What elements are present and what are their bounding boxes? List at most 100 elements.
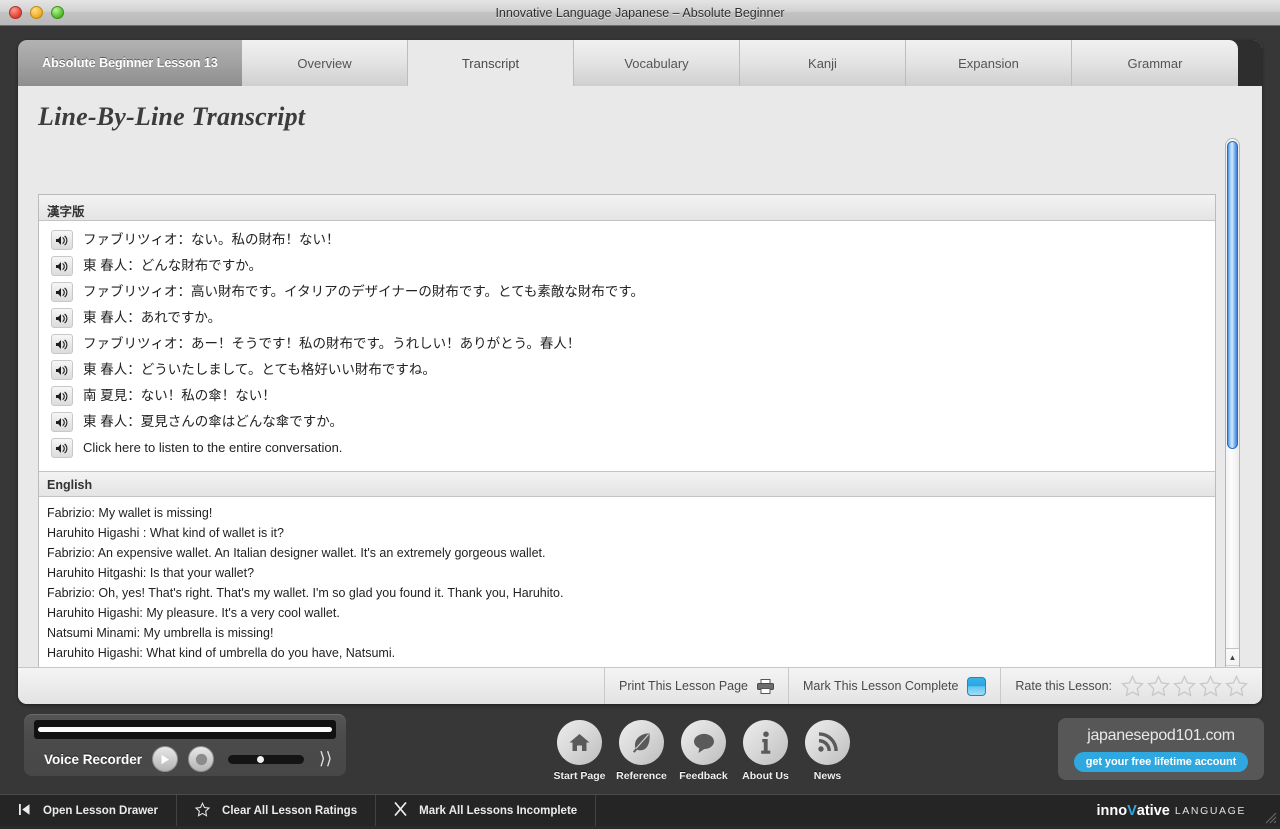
tab-absolute-beginner-lesson-13[interactable]: Absolute Beginner Lesson 13 <box>18 40 242 86</box>
english-line: Fabrizio: An expensive wallet. An Italia… <box>47 543 1215 563</box>
transcript-line[interactable]: 南 夏見：ない！私の傘！ない！ <box>39 383 1215 409</box>
mark-complete-label: Mark This Lesson Complete <box>803 679 958 693</box>
english-line: Fabrizio: Oh, yes! That's right. That's … <box>47 583 1215 603</box>
transcript-line-full-conversation[interactable]: Click here to listen to the entire conve… <box>39 435 1215 461</box>
speaker-icon[interactable] <box>51 412 73 432</box>
transcript-line[interactable]: 東 春人：あれですか。 <box>39 305 1215 331</box>
tab-label: Absolute Beginner Lesson 13 <box>42 56 218 70</box>
kanji-line-list: ファブリツィオ：ない。私の財布！ない！ 東 春人：どんな財布ですか。 ファブリツ… <box>39 221 1215 471</box>
print-label: Print This Lesson Page <box>619 679 748 693</box>
transcript-box: 漢字版 ファブリツィオ：ない。私の財布！ない！ 東 春人：どんな財布ですか。 <box>38 194 1216 681</box>
page-title: Line-By-Line Transcript <box>18 86 1262 132</box>
english-line-list: Fabrizio: My wallet is missing! Haruhito… <box>39 497 1215 671</box>
section-heading-kanji: 漢字版 <box>39 195 1215 221</box>
play-button[interactable] <box>152 746 178 772</box>
tab-label: Kanji <box>808 56 837 71</box>
tab-label: Grammar <box>1128 56 1183 71</box>
window-titlebar: Innovative Language Japanese – Absolute … <box>0 0 1280 26</box>
speech-bubble-icon <box>681 720 726 765</box>
rating-star-2[interactable] <box>1147 675 1170 697</box>
rating-star-1[interactable] <box>1121 675 1144 697</box>
transcript-scrollbar[interactable]: ▲ ▼ <box>1225 138 1240 681</box>
speaker-icon[interactable] <box>51 334 73 354</box>
transcript-line-text: ファブリツィオ：ない。私の財布！ない！ <box>83 231 340 249</box>
english-line: Natsumi Minami: My umbrella is missing! <box>47 623 1215 643</box>
transcript-line[interactable]: 東 春人：どういたしまして。とても格好いい財布ですね。 <box>39 357 1215 383</box>
print-lesson-button[interactable]: Print This Lesson Page <box>604 668 788 705</box>
brand-suffix: LANGUAGE <box>1175 805 1246 817</box>
panel-footer: Print This Lesson Page Mark This Lesson … <box>18 667 1262 704</box>
speaker-icon[interactable] <box>51 282 73 302</box>
tab-label: Expansion <box>958 56 1019 71</box>
x-mark-icon <box>394 802 407 819</box>
english-line: Haruhito Higashi: What kind of umbrella … <box>47 643 1215 663</box>
bottom-dock: Voice Recorder ⟩⟩ Start Page <box>0 718 1280 794</box>
speaker-icon[interactable] <box>51 230 73 250</box>
resize-grip[interactable] <box>1263 810 1277 824</box>
lesson-content: Line-By-Line Transcript 漢字版 ファブリツィオ：ない。私… <box>18 86 1262 677</box>
promo-banner[interactable]: japanesepod101.com get your free lifetim… <box>1058 718 1264 780</box>
lesson-panel: Absolute Beginner Lesson 13 Overview Tra… <box>18 40 1262 704</box>
sound-wave-icon: ⟩⟩ <box>319 749 332 769</box>
speaker-icon[interactable] <box>51 308 73 328</box>
status-label: Clear All Lesson Ratings <box>222 805 357 817</box>
rate-label: Rate this Lesson: <box>1015 679 1112 693</box>
tab-transcript[interactable]: Transcript <box>408 40 574 86</box>
rate-lesson-group: Rate this Lesson: <box>1000 668 1262 705</box>
mark-complete-checkbox[interactable] <box>967 677 986 696</box>
promo-brand: japanesepod101.com <box>1087 727 1235 745</box>
star-outline-icon <box>195 802 210 820</box>
dock-nav: Start Page Reference Feedback About Us <box>557 720 850 782</box>
nav-reference[interactable]: Reference <box>619 720 664 782</box>
transcript-line[interactable]: 東 春人：夏見さんの傘はどんな傘ですか。 <box>39 409 1215 435</box>
nav-label: Reference <box>616 770 667 782</box>
rating-stars[interactable] <box>1121 675 1248 697</box>
speaker-icon[interactable] <box>51 386 73 406</box>
rating-star-5[interactable] <box>1225 675 1248 697</box>
tab-overview[interactable]: Overview <box>242 40 408 86</box>
home-icon <box>557 720 602 765</box>
rating-star-4[interactable] <box>1199 675 1222 697</box>
rss-icon <box>805 720 850 765</box>
transcript-line[interactable]: ファブリツィオ：あー！そうです！私の財布です。うれしい！ありがとう。春人！ <box>39 331 1215 357</box>
status-bar: Open Lesson Drawer Clear All Lesson Rati… <box>0 794 1280 826</box>
tab-label: Overview <box>297 56 351 71</box>
speaker-icon[interactable] <box>51 360 73 380</box>
transcript-line[interactable]: ファブリツィオ：ない。私の財布！ない！ <box>39 227 1215 253</box>
transcript-line[interactable]: 東 春人：どんな財布ですか。 <box>39 253 1215 279</box>
volume-slider-knob[interactable] <box>257 756 264 763</box>
speaker-icon[interactable] <box>51 256 73 276</box>
tab-label: Vocabulary <box>624 56 688 71</box>
record-button[interactable] <box>188 746 214 772</box>
recorder-level-meter <box>34 720 336 739</box>
rating-star-3[interactable] <box>1173 675 1196 697</box>
english-line: Fabrizio: My wallet is missing! <box>47 503 1215 523</box>
tab-kanji[interactable]: Kanji <box>740 40 906 86</box>
nav-feedback[interactable]: Feedback <box>681 720 726 782</box>
promo-cta-button[interactable]: get your free lifetime account <box>1074 752 1248 772</box>
volume-slider[interactable] <box>228 755 304 764</box>
tab-label: Transcript <box>462 56 519 71</box>
app-body: Absolute Beginner Lesson 13 Overview Tra… <box>0 26 1280 800</box>
tab-vocabulary[interactable]: Vocabulary <box>574 40 740 86</box>
transcript-line[interactable]: ファブリツィオ：高い財布です。イタリアのデザイナーの財布です。とても素敵な財布で… <box>39 279 1215 305</box>
nav-label: Feedback <box>679 770 727 782</box>
scrollbar-thumb[interactable] <box>1227 141 1238 449</box>
tab-grammar[interactable]: Grammar <box>1072 40 1238 86</box>
transcript-line-text: ファブリツィオ：あー！そうです！私の財布です。うれしい！ありがとう。春人！ <box>83 335 580 353</box>
nav-about-us[interactable]: About Us <box>743 720 788 782</box>
nav-news[interactable]: News <box>805 720 850 782</box>
printer-icon <box>757 679 774 693</box>
tab-expansion[interactable]: Expansion <box>906 40 1072 86</box>
voice-recorder-label: Voice Recorder <box>44 752 142 767</box>
english-line: Haruhito Higashi : What kind of wallet i… <box>47 523 1215 543</box>
transcript-line-text: 東 春人：どんな財布ですか。 <box>83 257 262 275</box>
nav-label: About Us <box>742 770 789 782</box>
feather-icon <box>619 720 664 765</box>
scroll-up-arrow-icon[interactable]: ▲ <box>1226 649 1239 665</box>
voice-recorder-panel: Voice Recorder ⟩⟩ <box>24 714 346 776</box>
nav-start-page[interactable]: Start Page <box>557 720 602 782</box>
brand-v: V <box>1127 803 1137 819</box>
mark-lesson-complete-button[interactable]: Mark This Lesson Complete <box>788 668 1000 705</box>
speaker-icon[interactable] <box>51 438 73 458</box>
